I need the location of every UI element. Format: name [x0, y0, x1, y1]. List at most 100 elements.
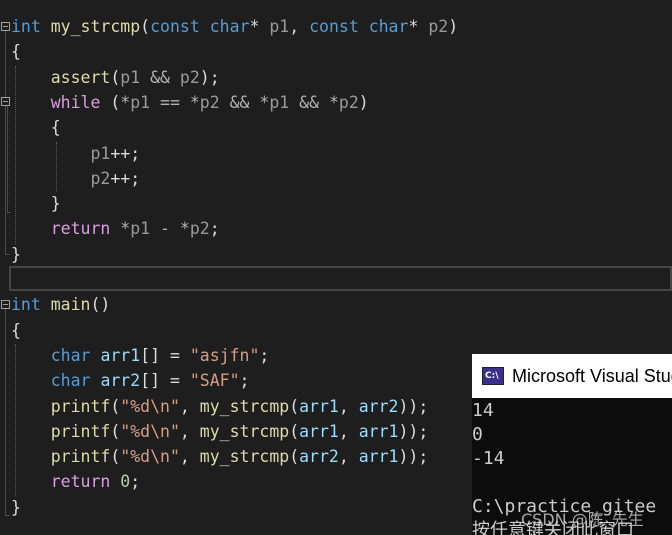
outline-guide-while-end [7, 212, 11, 213]
code-token: , [179, 421, 200, 441]
code-token: , [338, 421, 359, 441]
code-line: p2++; [0, 166, 672, 191]
code-token: "SAF" [189, 371, 240, 391]
code-token: main [50, 295, 91, 315]
code-token: () [90, 295, 111, 315]
code-token: , [179, 396, 200, 416]
code-line: int my_strcmp(const char* p1, const char… [0, 14, 672, 39]
code-token: [] = [140, 345, 190, 365]
code-token: int [11, 295, 41, 315]
console-title: Microsoft Visual Studio 调试控制台 [512, 366, 672, 386]
code-line-text: assert(p1 && p2); [11, 65, 220, 90]
code-line-text: { [11, 318, 21, 343]
code-token: assert [50, 67, 111, 87]
code-token: arr1 [358, 447, 399, 467]
code-token: * [179, 219, 190, 239]
code-line: assert(p1 && p2); [0, 65, 672, 90]
code-token: && [289, 92, 329, 112]
debug-console-window[interactable]: C:\ Microsoft Visual Studio 调试控制台 14 0 -14… [472, 354, 672, 535]
code-token: )); [398, 396, 429, 416]
code-token: - [150, 219, 180, 239]
code-token: * [120, 219, 131, 239]
code-line: return *p1 - *p2; [0, 216, 672, 241]
code-token: p2 [338, 92, 359, 112]
indent-guide [56, 142, 57, 192]
code-token: p1 [269, 17, 290, 36]
code-token: arr1 [299, 396, 339, 416]
code-line-text: } [11, 495, 21, 520]
console-output-line: 14 [472, 400, 494, 421]
code-token: p2 [199, 92, 220, 112]
code-token: } [11, 194, 61, 214]
code-token: , [289, 17, 310, 36]
code-token: arr2 [299, 447, 339, 467]
code-token: ; [259, 345, 270, 365]
code-line: } [0, 191, 672, 216]
code-token: * [408, 17, 429, 36]
outline-guide-my-strcmp [5, 31, 6, 254]
code-token: p1 [130, 219, 151, 239]
code-token: , [338, 396, 359, 416]
code-token: ( [289, 421, 300, 441]
collapse-main-icon[interactable] [1, 300, 10, 309]
code-token: int [11, 17, 41, 36]
code-token: && [140, 67, 180, 87]
code-token: ( [100, 92, 121, 112]
code-token: char [50, 345, 91, 365]
code-token: } [11, 244, 21, 264]
code-token: arr2 [100, 371, 141, 391]
code-token: [] = [140, 371, 190, 391]
code-token: ++; [110, 143, 141, 163]
code-token: arr1 [100, 345, 141, 365]
code-line-text: { [11, 39, 21, 64]
code-token: while [50, 92, 101, 112]
code-token: arr1 [299, 421, 339, 441]
console-output-line: -14 [472, 448, 505, 469]
outline-guide-main [5, 309, 6, 515]
code-token: )); [398, 421, 429, 441]
code-line: while (*p1 == *p2 && *p1 && *p2) [0, 90, 672, 115]
outline-guide-main-end [5, 515, 10, 516]
code-token: printf [50, 396, 111, 416]
code-line-text: int my_strcmp(const char* p1, const char… [11, 14, 458, 39]
code-token: char [50, 371, 91, 391]
code-token: ( [140, 17, 151, 36]
code-line-text: return 0; [11, 469, 140, 494]
indent-guide [15, 66, 16, 244]
code-token: ++; [110, 168, 141, 188]
code-token: printf [50, 447, 111, 467]
collapse-my-strcmp-icon[interactable] [1, 22, 10, 31]
code-token: p1 [130, 92, 151, 112]
collapse-while-icon[interactable] [1, 97, 10, 106]
code-token: my_strcmp [199, 396, 290, 416]
watermark: CSDN @陈_先生 [521, 510, 644, 529]
code-token: char [209, 17, 250, 36]
indent-guide [15, 344, 16, 496]
code-token: ( [289, 396, 300, 416]
code-token: * [249, 17, 270, 36]
code-token: * [189, 92, 200, 112]
code-line: { [0, 39, 672, 64]
code-token: char [368, 17, 409, 36]
console-titlebar[interactable]: C:\ Microsoft Visual Studio 调试控制台 [472, 354, 672, 398]
code-token: ) [358, 92, 369, 112]
code-line-text: p1++; [11, 141, 140, 166]
code-token: "%d\n" [120, 396, 180, 416]
code-line: { [0, 318, 672, 343]
code-line-text: printf("%d\n", my_strcmp(arr1, arr1)); [11, 419, 429, 444]
code-line-text: p2++; [11, 166, 140, 191]
